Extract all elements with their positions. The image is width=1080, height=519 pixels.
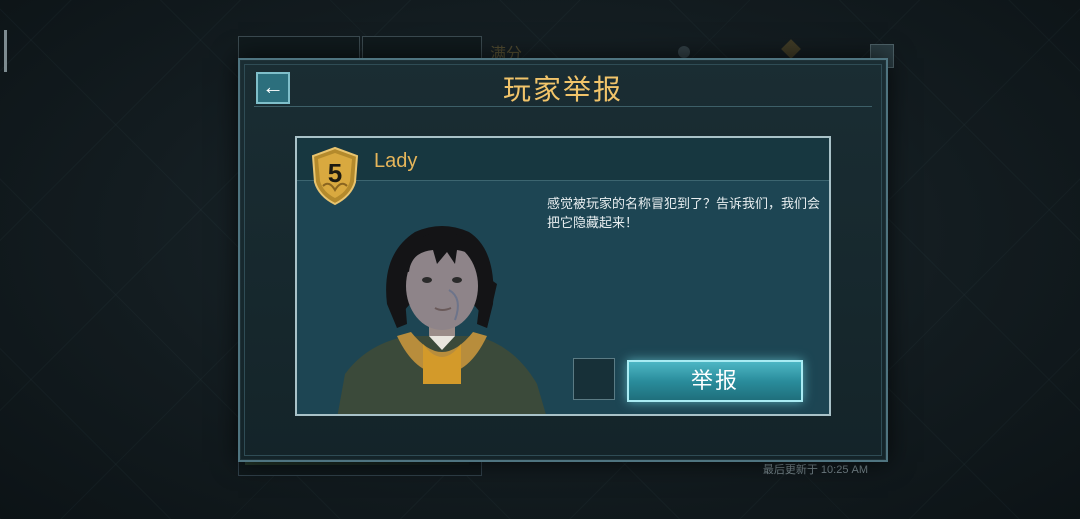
- player-name: Lady: [374, 150, 418, 172]
- confirm-checkbox[interactable]: [573, 358, 615, 400]
- edge-indicator: [4, 30, 7, 72]
- player-avatar: [337, 226, 546, 414]
- player-report-modal: ← 玩家举报 5 Lady 感觉被玩家的名称冒犯到了？告诉我们，我们会把它隐藏起…: [238, 58, 888, 462]
- player-level: 5: [327, 158, 343, 188]
- player-card: 5 Lady 感觉被玩家的名称冒犯到了？告诉我们，我们会把它隐藏起来！ 举报: [295, 136, 831, 416]
- header-divider: [254, 106, 872, 107]
- report-button[interactable]: 举报: [627, 360, 803, 402]
- background-dot: [678, 46, 690, 58]
- last-updated-text: 最后更新于 10:25 AM: [762, 464, 868, 476]
- report-prompt: 感觉被玩家的名称冒犯到了？告诉我们，我们会把它隐藏起来！: [547, 196, 821, 230]
- level-badge: 5: [309, 146, 361, 206]
- modal-title: 玩家举报: [502, 74, 623, 105]
